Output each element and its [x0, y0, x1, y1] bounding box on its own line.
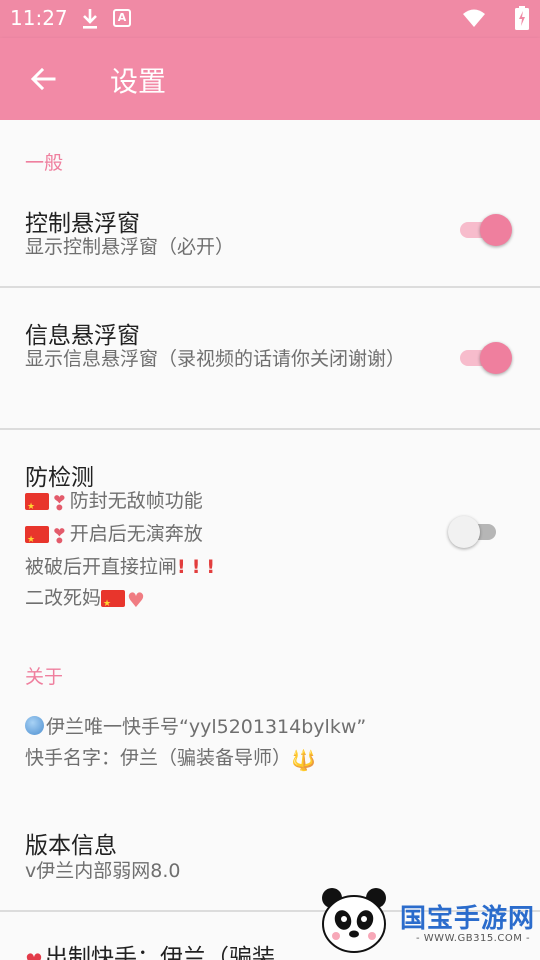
category-about: 关于	[25, 666, 64, 688]
kuaishou-name: 快手名字：伊兰（骗装备导师）	[25, 747, 292, 769]
panda-logo-icon	[322, 888, 386, 953]
exclamation-icon: !	[206, 556, 216, 578]
pref-summary: ❣防封无敌帧功能 ❣开启后无演奔放 被破后开直接拉闸!!! 二改死妈 ♥	[25, 486, 425, 620]
summary-line: 快手名字：伊兰（骗装备导师）🔱	[25, 743, 525, 776]
status-time: 11:27	[10, 6, 68, 30]
a-badge-icon: A	[113, 9, 131, 27]
switch-thumb	[448, 516, 480, 548]
watermark: 国宝手游网 - WWW.GB315.COM -	[300, 880, 540, 960]
page-title: 设置	[110, 65, 167, 98]
summary-line: ❣防封无敌帧功能	[25, 486, 425, 523]
exclamation-icon: !	[177, 556, 186, 578]
anti-detect-switch[interactable]	[448, 516, 504, 548]
china-flag-icon	[101, 589, 126, 620]
heart-icon: ♥	[25, 949, 43, 960]
globe-icon	[25, 716, 44, 735]
arrow-back-icon	[30, 67, 56, 91]
switch-thumb	[480, 342, 512, 374]
heart-exclamation-icon: ❣	[51, 491, 68, 515]
category-general: 一般	[25, 152, 64, 174]
maker-text: 出制快手：伊兰（骗装	[44, 945, 275, 960]
status-bar: 11:27 A	[0, 0, 540, 38]
pref-summary: 伊兰唯一快手号“yyl5201314bylkw” 快手名字：伊兰（骗装备导师）🔱	[25, 712, 525, 776]
app-bar: 设置	[0, 38, 540, 120]
download-icon	[83, 9, 97, 29]
line-text: 二改死妈	[25, 587, 102, 609]
summary-line: 被破后开直接拉闸!!!	[25, 552, 425, 583]
heart-icon: ♥	[127, 588, 145, 612]
switch-thumb	[480, 214, 512, 246]
settings-list: 一般 控制悬浮窗 显示控制悬浮窗（必开） 信息悬浮窗 显示信息悬浮窗（录视频的话…	[0, 120, 540, 960]
divider	[0, 428, 540, 430]
pref-summary: 显示控制悬浮窗（必开）	[25, 236, 235, 258]
kuaishou-id: 伊兰唯一快手号“yyl5201314bylkw”	[46, 716, 367, 738]
china-flag-icon	[25, 492, 49, 523]
line-text: 开启后无演奔放	[69, 523, 203, 545]
floating-info-switch[interactable]	[460, 342, 512, 374]
wifi-icon	[463, 9, 485, 27]
back-button[interactable]	[22, 58, 64, 100]
summary-line: 伊兰唯一快手号“yyl5201314bylkw”	[25, 712, 525, 743]
watermark-name: 国宝手游网	[400, 904, 536, 934]
pref-title: ♥出制快手：伊兰（骗装	[25, 938, 275, 960]
divider	[0, 286, 540, 288]
heart-exclamation-icon: ❣	[51, 524, 68, 548]
china-flag-icon	[25, 525, 49, 556]
pref-summary: 显示信息悬浮窗（录视频的话请你关闭谢谢）	[25, 348, 406, 370]
line-text: 被破后开直接拉闸	[25, 556, 178, 578]
line-text: 防封无敌帧功能	[69, 490, 203, 512]
battery-charging-icon	[515, 6, 529, 30]
floating-control-switch[interactable]	[460, 214, 512, 246]
exclamation-icon: !	[191, 556, 201, 578]
trident-icon: 🔱	[291, 748, 316, 772]
summary-line: 二改死妈 ♥	[25, 583, 425, 620]
summary-line: ❣开启后无演奔放	[25, 519, 425, 556]
pref-title: 版本信息	[25, 833, 117, 859]
watermark-url: - WWW.GB315.COM -	[416, 933, 531, 944]
